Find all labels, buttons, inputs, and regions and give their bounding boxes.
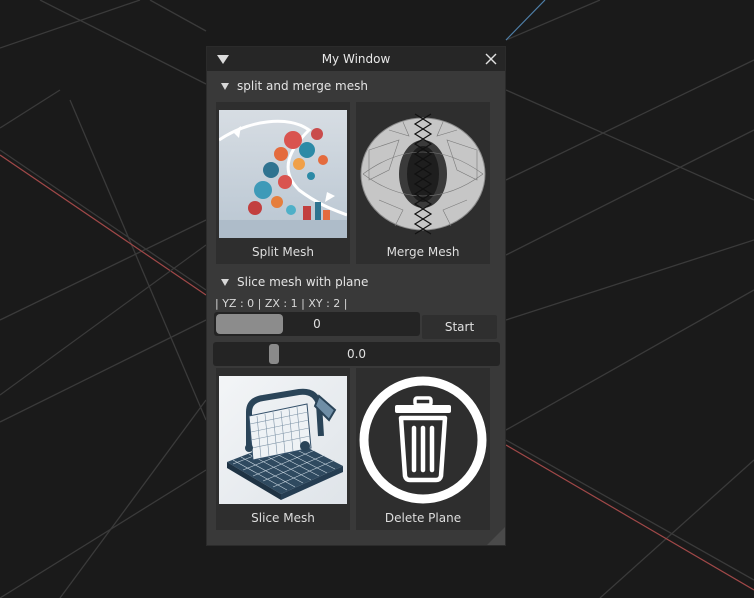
slice-mesh-image: [219, 376, 347, 504]
split-mesh-image: [219, 110, 347, 238]
axis-slider[interactable]: 0: [214, 312, 420, 336]
section-slice-header[interactable]: Slice mesh with plane: [215, 272, 368, 292]
window-titlebar[interactable]: My Window: [207, 47, 505, 71]
section-title: split and merge mesh: [237, 79, 368, 93]
start-button[interactable]: Start: [422, 315, 497, 339]
offset-slider[interactable]: 0.0: [213, 342, 500, 366]
section-collapse-icon: [221, 278, 229, 286]
merge-mesh-label: Merge Mesh: [386, 245, 460, 259]
section-title: Slice mesh with plane: [237, 275, 369, 289]
my-window[interactable]: My Window split and merge mesh Split Mes…: [206, 46, 506, 546]
axis-slider-value: 0: [313, 317, 321, 331]
axes-legend: | YZ : 0 | ZX : 1 | XY : 2 |: [215, 297, 348, 310]
offset-slider-value: 0.0: [346, 347, 367, 361]
section-collapse-icon: [221, 82, 229, 90]
window-collapse-icon[interactable]: [217, 55, 229, 64]
split-mesh-button[interactable]: Split Mesh: [216, 102, 350, 264]
trash-icon: [359, 376, 487, 504]
slice-mesh-button[interactable]: Slice Mesh: [216, 368, 350, 530]
resize-grip[interactable]: [487, 527, 505, 545]
delete-plane-button[interactable]: Delete Plane: [356, 368, 490, 530]
split-mesh-label: Split Mesh: [251, 245, 314, 259]
close-icon[interactable]: [484, 52, 498, 66]
merge-mesh-button[interactable]: Merge Mesh: [356, 102, 490, 264]
slice-mesh-label: Slice Mesh: [251, 511, 315, 525]
delete-plane-label: Delete Plane: [384, 511, 462, 525]
window-title: My Window: [321, 52, 391, 66]
section-split-merge-header[interactable]: split and merge mesh: [215, 76, 368, 96]
merge-mesh-image: [359, 110, 487, 238]
